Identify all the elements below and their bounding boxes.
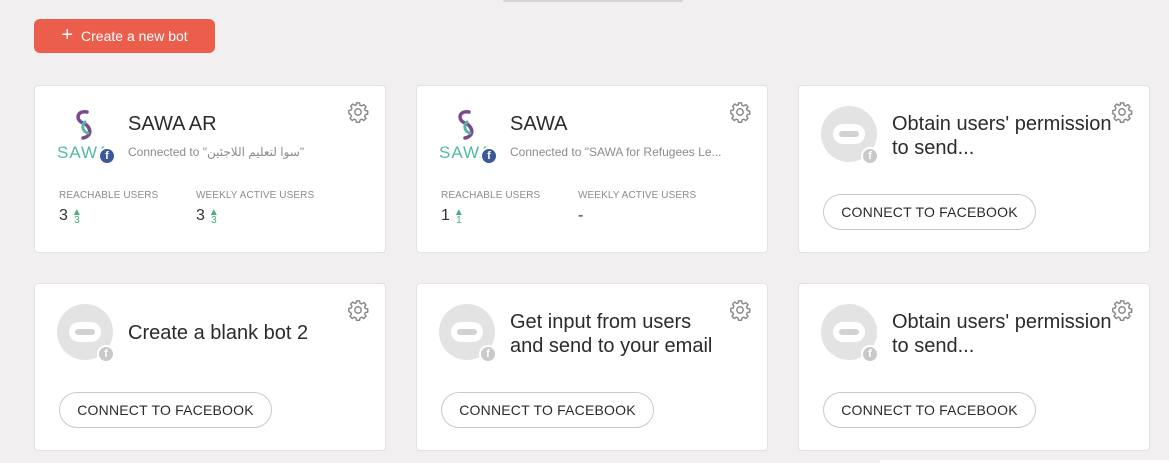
reachable-users-delta: ▲ 1 xyxy=(454,208,464,226)
bot-avatar: f xyxy=(821,106,879,165)
reachable-users-label: REACHABLE USERS xyxy=(441,190,541,201)
reachable-users-count: 1 xyxy=(441,207,450,224)
weekly-active-users-count: - xyxy=(578,207,584,224)
facebook-icon: f xyxy=(97,345,115,363)
gear-icon[interactable] xyxy=(1111,101,1133,123)
reachable-users-value: 1 ▲ 1 xyxy=(441,207,464,226)
reachable-users-count: 3 xyxy=(59,207,68,224)
robot-icon xyxy=(69,322,101,342)
bot-card-sawa-ar[interactable]: SAWA f SAWA AR Connected to "سوا لتعليم … xyxy=(34,85,386,253)
create-bot-label: Create a new bot xyxy=(81,28,188,44)
robot-icon xyxy=(833,124,865,144)
facebook-icon: f xyxy=(861,147,879,165)
robot-icon xyxy=(451,322,483,342)
weekly-active-users-delta-value: 3 xyxy=(211,215,217,226)
connect-to-facebook-button[interactable]: CONNECT TO FACEBOOK xyxy=(823,392,1036,428)
bot-avatar: f xyxy=(439,304,497,363)
reachable-users-delta-value: 3 xyxy=(74,215,80,226)
connect-to-facebook-button[interactable]: CONNECT TO FACEBOOK xyxy=(441,392,654,428)
reachable-users-delta: ▲ 3 xyxy=(72,208,82,226)
connect-to-facebook-button[interactable]: CONNECT TO FACEBOOK xyxy=(59,392,272,428)
bot-title: Create a blank bot 2 xyxy=(128,322,309,344)
facebook-icon: f xyxy=(861,345,879,363)
robot-icon xyxy=(833,322,865,342)
bot-title: SAWA AR xyxy=(128,113,217,135)
facebook-icon: f xyxy=(479,345,497,363)
bot-title: Get input from users and send to your em… xyxy=(510,311,713,357)
bot-card-obtain-permission[interactable]: f Obtain users' permission to send... CO… xyxy=(798,85,1150,253)
bot-title: Obtain users' permission to send... xyxy=(892,311,1112,357)
weekly-active-users-value: - xyxy=(578,207,583,225)
bot-connected-text: Connected to "SAWA for Refugees Le... xyxy=(510,145,722,159)
connect-to-facebook-button[interactable]: CONNECT TO FACEBOOK xyxy=(823,194,1036,230)
bot-avatar: f xyxy=(821,304,879,363)
weekly-active-users-count: 3 xyxy=(196,207,205,224)
bot-title: SAWA xyxy=(510,113,568,135)
bot-avatar: f xyxy=(57,304,115,363)
bot-card-sawa[interactable]: SAWA f SAWA Connected to "SAWA for Refug… xyxy=(416,85,768,253)
top-scroll-indicator xyxy=(503,0,683,2)
reachable-users-delta-value: 1 xyxy=(456,215,462,226)
facebook-icon: f xyxy=(98,147,116,165)
gear-icon[interactable] xyxy=(1111,299,1133,321)
gear-icon[interactable] xyxy=(347,299,369,321)
plus-icon: + xyxy=(61,24,74,46)
weekly-active-users-label: WEEKLY ACTIVE USERS xyxy=(578,190,697,201)
weekly-active-users-delta: ▲ 3 xyxy=(209,208,219,226)
bot-connected-text: Connected to "سوا لتعليم اللاجئين" xyxy=(128,145,305,159)
weekly-active-users-label: WEEKLY ACTIVE USERS xyxy=(196,190,315,201)
gear-icon[interactable] xyxy=(729,299,751,321)
gear-icon[interactable] xyxy=(347,101,369,123)
create-bot-button[interactable]: + Create a new bot xyxy=(34,19,215,53)
facebook-icon: f xyxy=(480,147,498,165)
bot-card-obtain-permission-2[interactable]: f Obtain users' permission to send... CO… xyxy=(798,283,1150,451)
bot-title: Obtain users' permission to send... xyxy=(892,113,1112,159)
gear-icon[interactable] xyxy=(729,101,751,123)
weekly-active-users-value: 3 ▲ 3 xyxy=(196,207,219,226)
reachable-users-label: REACHABLE USERS xyxy=(59,190,159,201)
bot-card-get-input[interactable]: f Get input from users and send to your … xyxy=(416,283,768,451)
bot-card-blank-bot-2[interactable]: f Create a blank bot 2 CONNECT TO FACEBO… xyxy=(34,283,386,451)
reachable-users-value: 3 ▲ 3 xyxy=(59,207,82,226)
